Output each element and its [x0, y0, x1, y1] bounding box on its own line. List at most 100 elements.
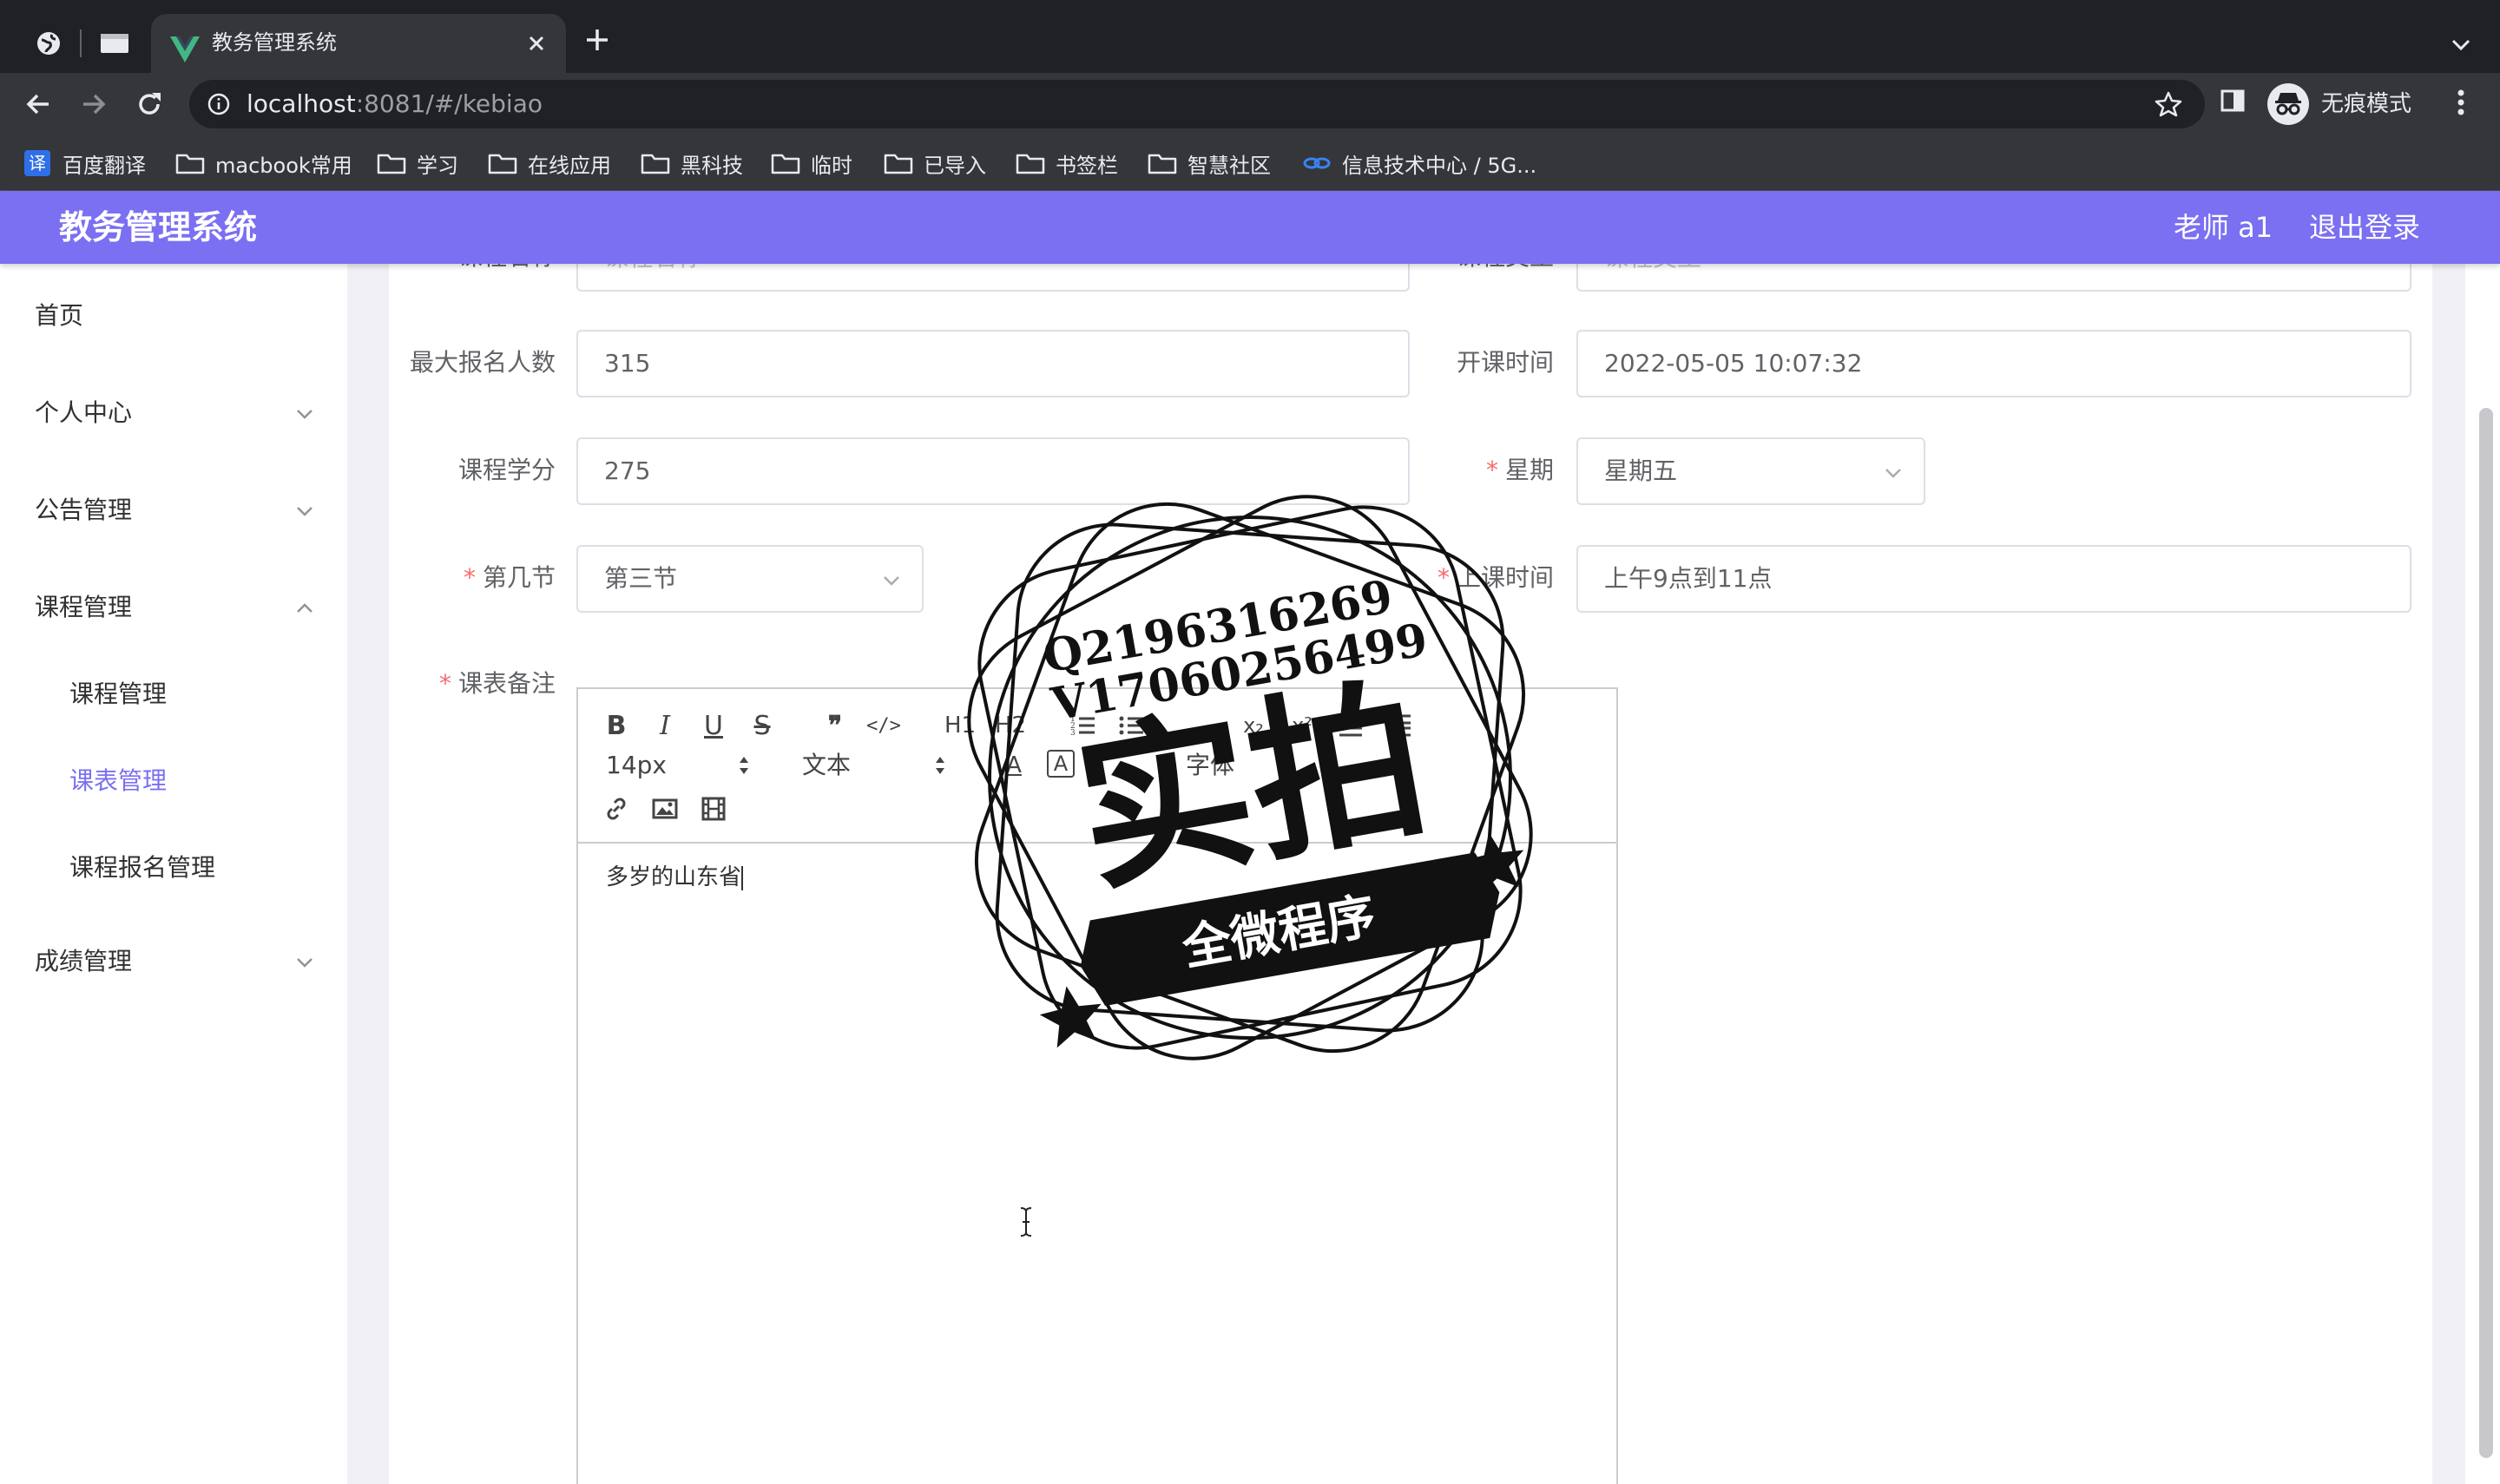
ibeam-cursor-icon — [1020, 1207, 1032, 1237]
sidebar-item-home[interactable]: 首页 — [35, 290, 321, 342]
editor-toolbar: B I U S ❞ </> H1 H2 123 x₂ x² 14px 文本 A … — [578, 689, 1616, 844]
link-icon[interactable] — [601, 793, 632, 824]
font-size-select[interactable]: 14px — [606, 748, 667, 783]
tab-search-chevron-icon[interactable] — [2448, 31, 2474, 57]
sidebar-subitem-enrollment[interactable]: 课程报名管理 — [69, 842, 215, 894]
bookmark-label: 智慧社区 — [1188, 153, 1271, 178]
required-mark: * — [1485, 456, 1498, 484]
outdent-icon[interactable] — [1335, 710, 1366, 741]
sidebar-item-notice-management[interactable]: 公告管理 — [35, 484, 321, 536]
bullet-list-icon[interactable] — [1116, 710, 1148, 741]
close-tab-icon[interactable] — [523, 30, 550, 57]
window-icon — [101, 34, 128, 53]
indent-icon[interactable] — [1384, 710, 1415, 741]
remark-label: * 课表备注 — [438, 669, 556, 698]
app-title: 教务管理系统 — [59, 208, 258, 246]
bookmark-label: 临时 — [811, 153, 852, 178]
sidebar-subitem-course[interactable]: 课程管理 — [69, 668, 167, 720]
bookmark-label: 书签栏 — [1056, 153, 1118, 178]
credit-input[interactable]: 275 — [576, 437, 1410, 505]
sidebar-item-label: 成绩管理 — [35, 947, 133, 975]
bookmark-folder[interactable]: 智慧社区 — [1148, 135, 1271, 191]
bookmark-baidu-fanyi[interactable]: 译 百度翻译 — [24, 135, 146, 191]
page-scrollbar[interactable] — [2479, 408, 2493, 1458]
credit-label: 课程学分 — [457, 456, 556, 484]
strikethrough-icon[interactable]: S — [747, 710, 778, 741]
bookmark-folder[interactable]: 学习 — [377, 135, 458, 191]
required-mark: * — [1437, 563, 1450, 592]
sidebar-item-course-management[interactable]: 课程管理 — [35, 581, 321, 634]
bookmark-folder[interactable]: 已导入 — [884, 135, 986, 191]
required-mark: * — [438, 669, 451, 698]
folder-icon — [377, 154, 406, 174]
sidebar-item-label: 课程管理 — [35, 593, 133, 621]
heading1-icon[interactable]: H1 — [941, 710, 979, 741]
incognito-icon — [2267, 83, 2309, 125]
bookmark-folder[interactable]: 临时 — [771, 135, 852, 191]
ordered-list-icon[interactable]: 123 — [1068, 710, 1099, 741]
superscript-icon[interactable]: x² — [1286, 710, 1318, 741]
folder-icon — [641, 154, 670, 174]
sidebar-item-personal-center[interactable]: 个人中心 — [35, 387, 321, 439]
class-time-input[interactable]: 上午9点到11点 — [1576, 545, 2411, 613]
code-icon[interactable]: </> — [866, 710, 901, 741]
folder-icon — [884, 154, 913, 174]
browser-menu-icon[interactable] — [2448, 87, 2474, 118]
heading2-icon[interactable]: H2 — [991, 710, 1030, 741]
incognito-label: 无痕模式 — [2321, 91, 2412, 117]
svg-text:3: 3 — [1070, 729, 1076, 738]
folder-icon — [1016, 154, 1045, 174]
paragraph-select[interactable]: 文本 — [802, 748, 851, 783]
editor-content[interactable]: 多岁的山东省 — [606, 859, 744, 891]
max-enroll-input[interactable]: 315 — [576, 330, 1410, 397]
pinned-tab[interactable] — [92, 21, 137, 66]
back-icon[interactable] — [23, 89, 54, 120]
weekday-label: * 星期 — [1485, 456, 1554, 484]
sidebar: 首页 个人中心 公告管理 课程管理 课程管理 课表管理 课程报名管理 成绩管理 — [0, 264, 347, 1484]
underline-icon[interactable]: U — [698, 710, 729, 741]
bookmark-label: macbook常用 — [215, 153, 352, 178]
link-icon — [1303, 157, 1331, 169]
start-time-input[interactable]: 2022-05-05 10:07:32 — [1576, 330, 2411, 397]
folder-icon — [1148, 154, 1177, 174]
bookmark-link[interactable]: 信息技术中心 / 5G... — [1302, 135, 1536, 191]
weekday-select[interactable]: 星期五 — [1576, 437, 1925, 505]
font-family-select[interactable]: 字体 — [1186, 748, 1234, 783]
bookmark-folder[interactable]: 黑科技 — [641, 135, 743, 191]
bookmark-folder[interactable]: 书签栏 — [1016, 135, 1118, 191]
tab-title: 教务管理系统 — [212, 30, 337, 55]
globe-tab[interactable] — [26, 21, 71, 66]
editor-text: 多岁的山东省 — [606, 864, 742, 890]
background-color-icon[interactable]: A — [1047, 750, 1075, 778]
logout-button[interactable]: 退出登录 — [2309, 191, 2420, 264]
vue-icon — [170, 36, 200, 62]
new-tab-icon[interactable] — [582, 24, 613, 56]
bookmark-star-icon[interactable] — [2155, 90, 2182, 118]
remark-editor: B I U S ❞ </> H1 H2 123 x₂ x² 14px 文本 A … — [576, 687, 1618, 1484]
current-user: 老师 a1 — [2174, 211, 2273, 244]
blockquote-icon[interactable]: ❞ — [819, 710, 851, 741]
incognito-indicator[interactable]: 无痕模式 — [2267, 82, 2429, 127]
chevron-up-icon — [297, 603, 312, 613]
browser-toolbar: localhost:8081/#/kebiao — [0, 73, 2500, 135]
address-bar[interactable]: localhost:8081/#/kebiao — [189, 80, 2205, 128]
bold-icon[interactable]: B — [601, 710, 632, 741]
sidebar-subitem-label: 课表管理 — [69, 766, 168, 795]
section-select[interactable]: 第三节 — [576, 545, 924, 613]
bookmark-folder[interactable]: 在线应用 — [488, 135, 611, 191]
bookmark-folder[interactable]: macbook常用 — [175, 135, 352, 191]
site-info-icon[interactable] — [207, 92, 231, 116]
subscript-icon[interactable]: x₂ — [1238, 710, 1269, 741]
image-icon[interactable] — [649, 793, 681, 824]
italic-icon[interactable]: I — [649, 710, 681, 741]
font-color-icon[interactable]: A — [998, 750, 1030, 781]
video-icon[interactable] — [698, 793, 729, 824]
chevron-down-icon — [297, 410, 312, 419]
bookmark-label: 学习 — [417, 153, 458, 178]
folder-icon — [771, 154, 800, 174]
sidebar-subitem-timetable[interactable]: 课表管理 — [69, 755, 167, 807]
reload-icon[interactable] — [134, 89, 165, 120]
side-panel-icon[interactable] — [2219, 87, 2247, 115]
sidebar-item-grade-management[interactable]: 成绩管理 — [35, 936, 321, 988]
forward-icon[interactable] — [78, 89, 109, 120]
